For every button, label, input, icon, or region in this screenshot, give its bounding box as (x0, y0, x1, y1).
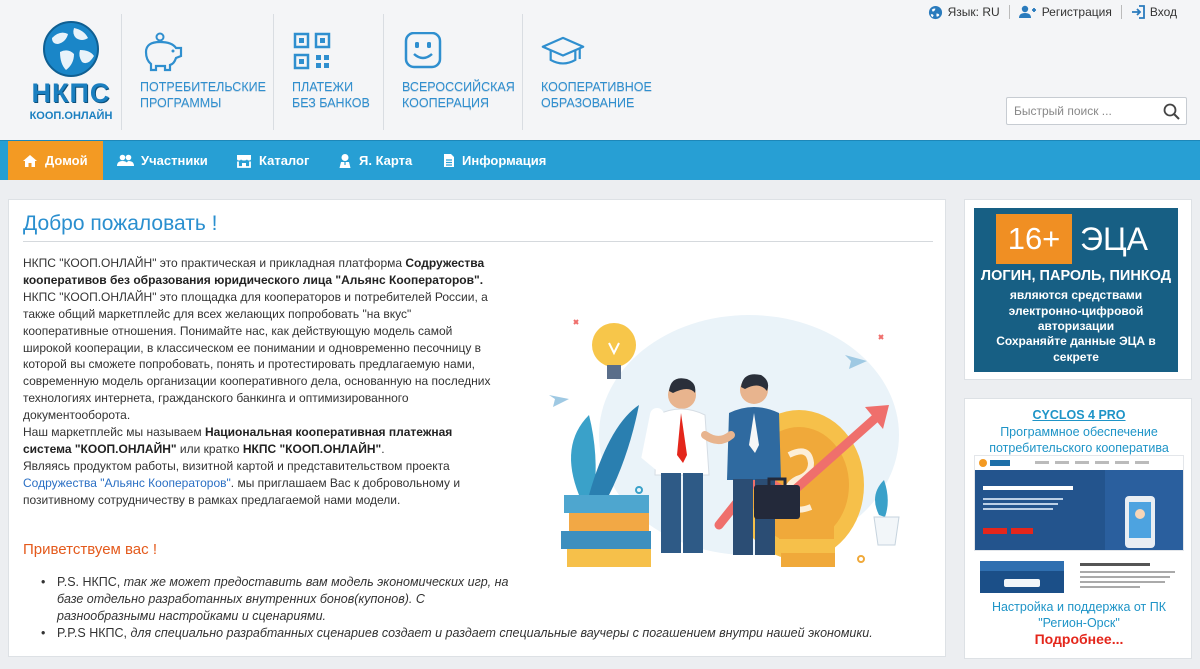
nav-label-line: ПРОГРАММЫ (140, 96, 222, 110)
eca-title: ЭЦА (1080, 221, 1149, 257)
ps-text: НКПС, (85, 625, 131, 640)
menu-item-catalog[interactable]: Каталог (222, 141, 323, 180)
intro-text: НКПС "КООП.ОНЛАЙН" это практическая и пр… (23, 255, 498, 509)
menu-item-members[interactable]: Участники (103, 141, 222, 180)
search-icon[interactable] (1163, 103, 1180, 120)
cyclos-title-link[interactable]: CYCLOS 4 PRO (965, 408, 1193, 422)
language-switcher[interactable]: Язык: RU (919, 5, 1009, 20)
nav-all-russian-cooperation[interactable]: ВСЕРОССИЙСКАЯ КООПЕРАЦИЯ (402, 32, 515, 111)
epay-award-badge-image (980, 561, 1175, 593)
cyclos-award-image (974, 559, 1184, 595)
nav-consumer-programs[interactable]: ПОТРЕБИТЕЛЬСКИЕ ПРОГРАММЫ (140, 32, 266, 111)
language-label: Язык: RU (947, 5, 1000, 19)
main-content: Добро пожаловать ! НКПС "КООП.ОНЛАЙН" эт… (8, 199, 946, 657)
menu-label: Участники (141, 153, 208, 168)
globe-icon (43, 21, 99, 77)
nav-label-line: ПЛАТЕЖИ (292, 80, 354, 94)
register-label: Регистрация (1041, 5, 1112, 19)
nav-cooperative-education[interactable]: КООПЕРАТИВНОЕ ОБРАЗОВАНИЕ (541, 32, 652, 111)
cyclos-website-preview-image (975, 456, 1183, 550)
ps-text-italic: так же может предоставить вам модель эко… (57, 575, 509, 623)
age-rating-badge: 16+ (996, 214, 1072, 264)
eca-description: являются средствами электронно-цифровой … (1008, 288, 1144, 333)
header-divider (121, 14, 122, 130)
greeting-heading: Приветствуем вас ! (23, 541, 157, 558)
list-item: P.P.S НКПС, для специально разрабтанных … (41, 625, 941, 642)
intro-p3-text: . (381, 441, 385, 456)
nav-payments-without-banks[interactable]: ПЛАТЕЖИ БЕЗ БАНКОВ (292, 32, 370, 111)
ps-label: P.P.S (57, 625, 86, 640)
ps-label: P.S. (57, 575, 80, 589)
handshake-illustration (549, 315, 900, 567)
map-marker-icon (339, 153, 351, 168)
eca-banner-panel: 16+ ЭЦА ЛОГИН, ПАРОЛЬ, ПИНКОД являются с… (964, 199, 1192, 380)
logo-abbr: НКПС (31, 78, 111, 108)
main-menu: Домой Участники Каталог Я. Карта Информа… (0, 140, 1200, 180)
menu-label: Я. Карта (359, 153, 413, 168)
document-icon (444, 154, 454, 167)
page-title: Добро пожаловать ! (23, 212, 218, 235)
logo-subtitle: КООП.ОНЛАЙН (29, 110, 113, 122)
intro-p1-text: НКПС "КООП.ОНЛАЙН" это практическая и пр… (23, 256, 406, 270)
nav-label-line: ОБРАЗОВАНИЕ (541, 96, 635, 110)
intro-p3-text: или кратко (176, 441, 243, 456)
nav-label-line: ВСЕРОССИЙСКАЯ (402, 80, 515, 94)
nav-label-line: БЕЗ БАНКОВ (292, 96, 370, 110)
list-item: P.S. НКПС, так же может предоставить вам… (41, 574, 511, 625)
login-label: Вход (1149, 5, 1177, 19)
quick-search (1006, 97, 1187, 125)
intro-p3-text: Наш маркетплейс мы называем (23, 425, 205, 440)
globe-small-icon (928, 5, 942, 19)
header-divider (383, 14, 384, 130)
store-icon (237, 154, 251, 168)
menu-item-information[interactable]: Информация (429, 141, 560, 180)
users-icon (117, 154, 134, 166)
user-plus-icon (1018, 5, 1036, 18)
cyclos-support-text: Настройка и поддержка от ПК "Регион-Орск… (991, 600, 1167, 630)
header-divider (522, 14, 523, 130)
eca-credentials-line: ЛОГИН, ПАРОЛЬ, ПИНКОД (980, 268, 1172, 284)
alliance-link[interactable]: Содружества "Альянс Кооператоров" (23, 476, 231, 490)
ps-text-italic: для специально разрабтанных сценариев со… (130, 625, 873, 640)
menu-item-map[interactable]: Я. Карта (324, 141, 426, 180)
menu-label: Информация (462, 153, 547, 168)
title-divider (23, 241, 933, 242)
menu-label: Каталог (259, 153, 310, 168)
login-link[interactable]: Вход (1122, 5, 1186, 19)
intro-p4-text: Являясь продуктом работы, визитной карто… (23, 458, 450, 473)
nav-label-line: ПОТРЕБИТЕЛЬСКИЕ (140, 80, 266, 94)
menu-label: Домой (45, 153, 88, 168)
nav-label-line: КООПЕРАЦИЯ (402, 96, 490, 110)
ps-text: НКПС, (79, 575, 124, 589)
header-divider (273, 14, 274, 130)
graduation-cap-icon (541, 36, 585, 65)
piggy-bank-icon (144, 32, 183, 72)
register-link[interactable]: Регистрация (1010, 5, 1121, 19)
cyclos-screenshot[interactable] (974, 455, 1184, 551)
eca-banner[interactable]: 16+ ЭЦА ЛОГИН, ПАРОЛЬ, ПИНКОД являются с… (974, 208, 1178, 372)
top-links: Язык: RU Регистрация Вход (919, 3, 1186, 21)
cyclos-panel: CYCLOS 4 PRO Программное обеспечение пот… (964, 398, 1192, 659)
intro-p2-text: НКПС "КООП.ОНЛАЙН" это площадка для кооп… (23, 289, 491, 423)
eca-warning: Сохраняйте данные ЭЦА в секрете (996, 334, 1156, 364)
menu-item-home[interactable]: Домой (8, 141, 103, 180)
cyclos-more-link[interactable]: Подробнее... (965, 631, 1193, 647)
site-logo[interactable]: НКПС КООП.ОНЛАЙН (26, 20, 116, 128)
search-input[interactable] (1007, 98, 1152, 124)
intro-p3-bold: НКПС "КООП.ОНЛАЙН" (242, 441, 382, 456)
site-header: НКПС КООП.ОНЛАЙН ПОТРЕБИТЕЛЬСКИЕ ПРОГРАМ… (0, 0, 1200, 140)
home-icon (23, 154, 37, 167)
sign-in-icon (1131, 5, 1145, 19)
qr-code-icon (293, 32, 331, 70)
smile-icon (404, 32, 442, 69)
cyclos-description: Программное обеспечение потребительского… (989, 425, 1169, 455)
nav-label-line: КООПЕРАТИВНОЕ (541, 80, 652, 94)
